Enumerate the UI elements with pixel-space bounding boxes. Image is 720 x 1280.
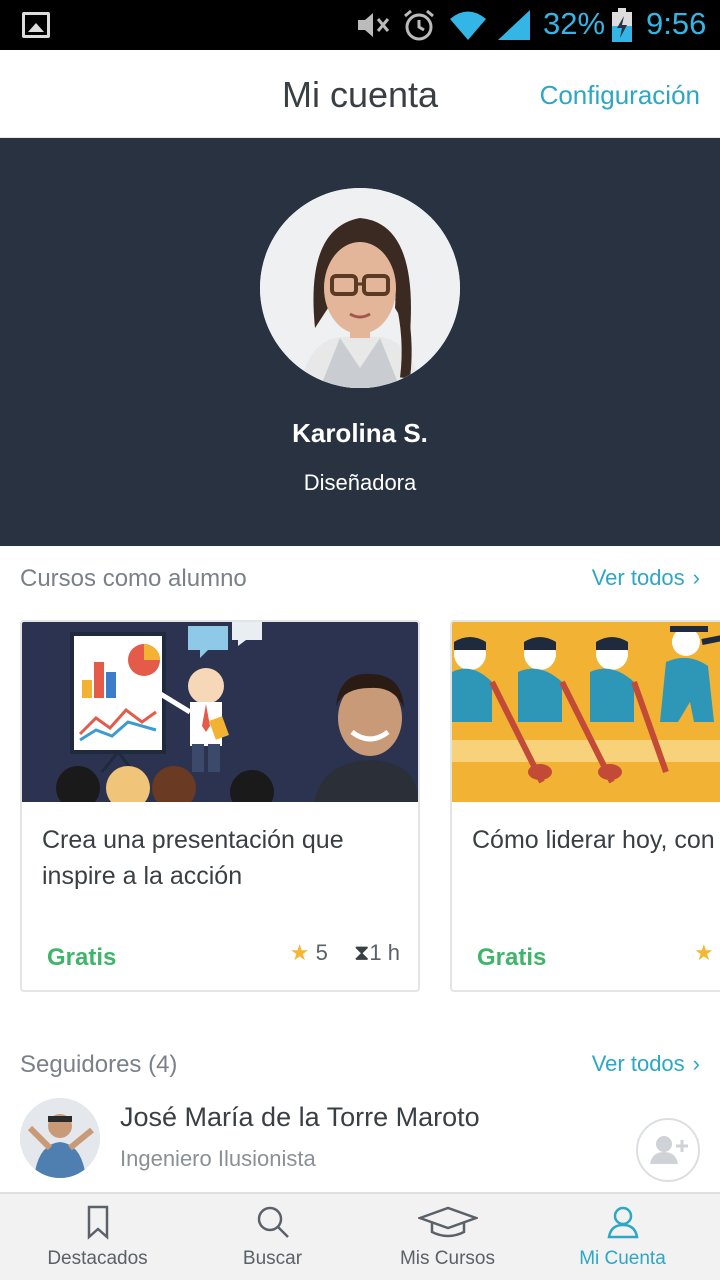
signal-icon bbox=[498, 10, 530, 40]
tab-destacados[interactable]: Destacados bbox=[10, 1194, 185, 1280]
profile-name: Karolina S. bbox=[292, 418, 428, 448]
add-user-icon bbox=[650, 1136, 688, 1164]
chevron-right-icon: › bbox=[692, 1051, 700, 1076]
followers-section-title: Seguidores (4) bbox=[20, 1051, 178, 1078]
app-header: Mi cuenta Configuración bbox=[0, 50, 720, 138]
clock: 9:56 bbox=[646, 6, 707, 41]
status-bar: 32% 9:56 bbox=[0, 0, 720, 50]
see-all-label: Ver todos bbox=[591, 1051, 685, 1076]
presentation-illustration bbox=[22, 622, 418, 802]
profile-photo bbox=[260, 188, 460, 388]
followers-see-all-link[interactable]: Ver todos › bbox=[592, 1051, 700, 1077]
battery-percentage: 32% bbox=[543, 6, 606, 41]
profile-avatar[interactable] bbox=[260, 188, 460, 388]
course-duration: 1 h bbox=[369, 940, 400, 965]
course-thumbnail bbox=[22, 622, 418, 802]
follow-user-button[interactable] bbox=[636, 1118, 700, 1182]
user-icon bbox=[607, 1206, 639, 1239]
tab-mis-cursos[interactable]: Mis Cursos bbox=[360, 1194, 535, 1280]
bottom-navigation: Destacados Buscar Mis Cursos Mi Cuenta bbox=[0, 1192, 720, 1280]
course-rating: 5 bbox=[315, 940, 328, 965]
courses-see-all-link[interactable]: Ver todos › bbox=[592, 565, 700, 591]
star-icon: ★ bbox=[289, 940, 310, 965]
mute-icon bbox=[358, 13, 390, 37]
settings-link[interactable]: Configuración bbox=[540, 80, 700, 111]
courses-carousel[interactable]: Crea una presentación que inspire a la a… bbox=[20, 620, 720, 992]
course-card[interactable]: Crea una presentación que inspire a la a… bbox=[20, 620, 420, 992]
follower-job: Ingeniero Ilusionista bbox=[120, 1146, 316, 1171]
tab-label: Buscar bbox=[242, 1248, 303, 1269]
bookmark-icon bbox=[87, 1205, 109, 1240]
graduation-cap-icon bbox=[418, 1206, 478, 1238]
search-icon bbox=[257, 1206, 289, 1238]
course-price: Gratis bbox=[477, 944, 547, 971]
gallery-icon bbox=[22, 12, 50, 38]
course-meta: ★ 5 ⧗1 h bbox=[290, 940, 400, 966]
chevron-right-icon: › bbox=[692, 565, 700, 590]
course-meta: ★ bbox=[694, 940, 714, 966]
tab-mi-cuenta[interactable]: Mi Cuenta bbox=[535, 1194, 710, 1280]
follower-avatar bbox=[20, 1098, 100, 1178]
alarm-icon bbox=[404, 9, 434, 41]
rowing-team-illustration bbox=[452, 622, 720, 802]
see-all-label: Ver todos bbox=[591, 565, 685, 590]
followers-section-header: Seguidores (4) Ver todos › bbox=[20, 1051, 700, 1081]
courses-section-header: Cursos como alumno Ver todos › bbox=[20, 565, 700, 595]
tab-label: Destacados bbox=[47, 1248, 148, 1269]
course-title: Crea una presentación que inspire a la a… bbox=[42, 826, 344, 890]
tab-label: Mis Cursos bbox=[399, 1248, 495, 1269]
profile-banner: Karolina S. Diseñadora bbox=[0, 138, 720, 546]
course-price: Gratis bbox=[47, 944, 117, 971]
profile-role: Diseñadora bbox=[303, 470, 417, 495]
wifi-icon bbox=[450, 11, 486, 40]
battery-charging-icon bbox=[612, 8, 632, 42]
courses-section-title: Cursos como alumno bbox=[20, 565, 247, 592]
hourglass-icon: ⧗ bbox=[353, 940, 370, 965]
course-card[interactable]: Cómo liderar hoy, con conversaciones Gra… bbox=[450, 620, 720, 992]
tab-buscar[interactable]: Buscar bbox=[185, 1194, 360, 1280]
tab-label: Mi Cuenta bbox=[579, 1248, 666, 1269]
follower-name: José María de la Torre Maroto bbox=[120, 1102, 480, 1132]
course-thumbnail bbox=[452, 622, 720, 802]
follower-item[interactable]: José María de la Torre Maroto Ingeniero … bbox=[20, 1098, 700, 1188]
follower-photo bbox=[20, 1098, 100, 1178]
star-icon: ★ bbox=[694, 940, 714, 965]
course-title: Cómo liderar hoy, con conversaciones bbox=[472, 826, 720, 854]
